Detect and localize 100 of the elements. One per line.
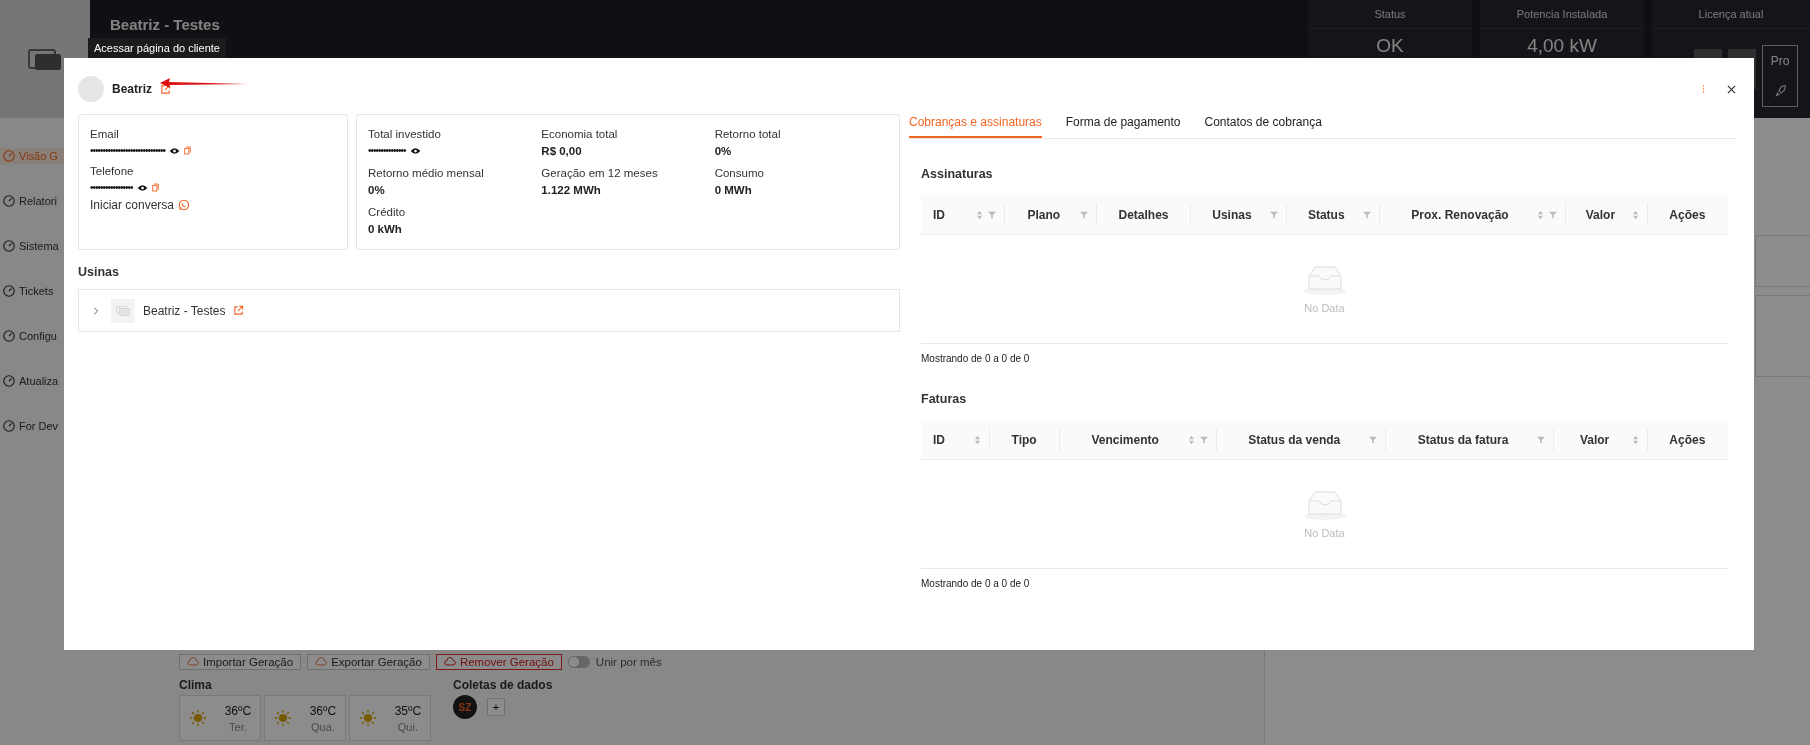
toggle-switch[interactable] — [567, 656, 590, 668]
metric-label: Crédito — [368, 206, 407, 218]
sidebar-item[interactable]: For Dev — [0, 418, 64, 434]
action-button[interactable]: Exportar Geração — [307, 654, 430, 670]
eye-icon[interactable] — [409, 146, 421, 155]
stat-label: Licença atual — [1652, 0, 1810, 29]
sort-icon[interactable] — [1631, 209, 1639, 220]
column-title: ID — [933, 207, 945, 222]
sidebar-item[interactable]: Configu — [0, 328, 64, 344]
sidebar-item[interactable]: Atualiza — [0, 373, 64, 389]
header-cell[interactable]: Valor — [1554, 428, 1648, 451]
gauge-icon — [2, 149, 16, 163]
weekday: Ter. — [229, 720, 247, 733]
license-name: Pro — [1770, 54, 1790, 69]
metric-value: 1.122 MWh — [541, 184, 601, 196]
sort-icon[interactable] — [1631, 434, 1639, 445]
header-cell[interactable]: Plano — [1004, 203, 1097, 226]
plant-row[interactable]: Beatriz - Testes — [78, 289, 900, 332]
action-button[interactable]: Importar Geração — [179, 654, 302, 670]
eye-icon[interactable] — [136, 183, 148, 192]
empty-inbox-icon — [1302, 489, 1347, 521]
sort-icon[interactable] — [1187, 434, 1195, 445]
header-cell[interactable]: Valor — [1566, 203, 1648, 226]
add-button[interactable]: + — [487, 698, 505, 716]
stat-value: 4,00 kW — [1527, 35, 1597, 57]
table-title: Faturas — [921, 392, 968, 406]
metric-value: R$ 0,00 — [541, 145, 582, 157]
masked-value: •••••••••••••••••••••••••••••• — [90, 145, 166, 156]
cloud-icon — [187, 656, 199, 668]
copy-icon[interactable] — [151, 183, 159, 192]
sidebar-item[interactable]: Sistema — [0, 238, 64, 254]
header-cell[interactable]: ID — [921, 428, 990, 451]
header-cell[interactable]: Status da fatura — [1385, 428, 1555, 451]
column-title: Ações — [1669, 207, 1706, 222]
header-cell[interactable]: ID — [921, 203, 1005, 226]
section-title: Usinas — [78, 265, 120, 279]
field-label: Email — [90, 128, 120, 140]
header-cell[interactable]: Prox. Renovação — [1379, 203, 1567, 226]
filter-icon[interactable] — [1199, 435, 1208, 444]
metric-label: Total investido — [368, 128, 442, 140]
section-title: Coletas de dados — [453, 678, 553, 692]
rocket-icon — [1773, 84, 1787, 98]
tab[interactable]: Forma de pagamento — [1065, 110, 1181, 138]
header-cell[interactable]: Vencimento — [1059, 428, 1217, 451]
section-title: Clima — [179, 678, 213, 692]
chevron-right-icon[interactable] — [92, 306, 100, 315]
column-title: ID — [933, 432, 945, 447]
metric-value: 0% — [714, 145, 732, 157]
filter-icon[interactable] — [1079, 210, 1088, 219]
filter-icon[interactable] — [1269, 210, 1278, 219]
metric-value: 0% — [368, 184, 385, 196]
toggle-label: Unir por mês — [595, 656, 662, 668]
license-badge[interactable]: Pro — [1762, 45, 1798, 107]
filter-icon[interactable] — [1368, 435, 1377, 444]
empty-message: No Data — [1304, 302, 1345, 314]
filter-icon[interactable] — [987, 210, 996, 219]
cloud-icon — [315, 656, 328, 668]
metric-label: Consumo — [714, 167, 765, 179]
tooltip: Acessar página do cliente — [88, 38, 226, 58]
sort-icon[interactable] — [975, 209, 983, 220]
column-title: Detalhes — [1118, 207, 1169, 222]
metric-value: 0 MWh — [714, 184, 752, 196]
column-title: Status — [1307, 207, 1345, 222]
sidebar-item[interactable]: Relatori — [0, 193, 64, 209]
metric-label: Retorno médio mensal — [368, 167, 485, 179]
filter-icon[interactable] — [1537, 435, 1546, 444]
metric-value: ••••••••••••••• — [368, 145, 406, 156]
plant-thumbnail — [111, 298, 135, 323]
close-icon[interactable] — [1727, 84, 1736, 94]
column-title: Prox. Renovação — [1411, 207, 1509, 222]
column-title: Valor — [1579, 432, 1610, 447]
column-title: Vencimento — [1091, 432, 1159, 447]
sort-icon[interactable] — [973, 434, 981, 445]
header-cell[interactable]: Usinas — [1191, 203, 1287, 226]
sun-icon — [358, 709, 377, 727]
stat-label: Status — [1308, 0, 1472, 29]
copy-icon[interactable] — [184, 146, 192, 155]
temperature: 36ºC — [309, 703, 337, 718]
metric-label: Economia total — [541, 128, 619, 140]
external-link-icon[interactable] — [160, 83, 171, 95]
metric-value: 0 kWh — [368, 223, 402, 235]
sort-icon[interactable] — [1537, 209, 1545, 220]
external-link-icon[interactable] — [233, 305, 245, 316]
temperature: 36ºC — [224, 703, 252, 718]
action-button[interactable]: Remover Geração — [435, 654, 562, 670]
filter-icon[interactable] — [1362, 210, 1371, 219]
filter-icon[interactable] — [1549, 210, 1558, 219]
header-cell[interactable]: Status — [1286, 203, 1380, 226]
metric-label: Retorno total — [714, 128, 782, 140]
column-title: Status da fatura — [1417, 432, 1509, 447]
sidebar-item[interactable]: Tickets — [0, 283, 64, 299]
tab[interactable]: Contatos de cobrança — [1204, 110, 1322, 138]
chat-icon[interactable] — [178, 199, 191, 211]
empty-message: No Data — [1304, 527, 1345, 539]
chat-link[interactable]: Iniciar conversa — [90, 198, 175, 212]
eye-icon[interactable] — [169, 146, 181, 155]
more-icon[interactable] — [1702, 84, 1705, 94]
pagination-info: Mostrando de 0 a 0 de 0 — [921, 353, 1031, 364]
header-cell[interactable]: Status da venda — [1216, 428, 1386, 451]
temperature: 35ºC — [394, 703, 422, 718]
